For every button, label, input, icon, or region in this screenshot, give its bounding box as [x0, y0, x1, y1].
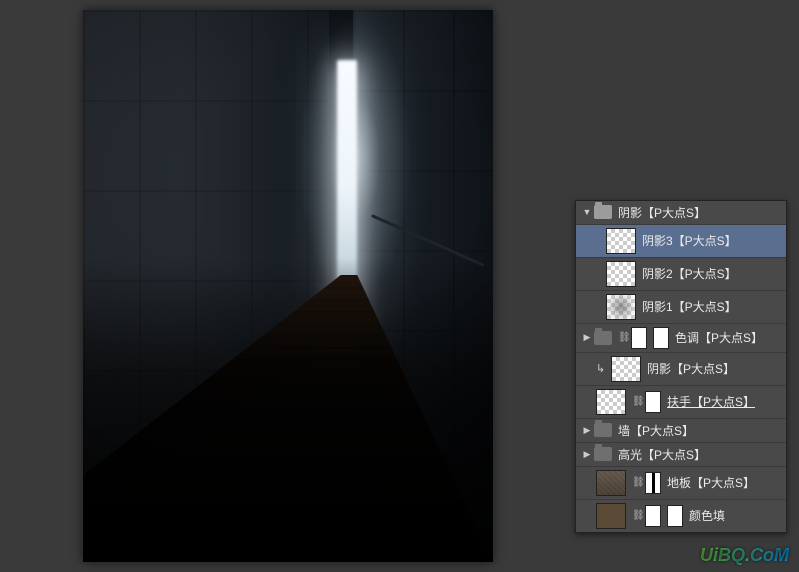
clip-icon: ↳ — [596, 362, 608, 375]
folder-icon — [594, 447, 612, 461]
layer-label: 阴影【P大点S】 — [647, 360, 735, 377]
watermark: UiBQ.CoM — [700, 545, 789, 566]
canvas-area — [0, 0, 575, 572]
link-icon: ⛓ — [618, 332, 628, 343]
adjustment-thumbnail — [645, 505, 661, 527]
link-icon: ⛓ — [632, 510, 642, 521]
layer-thumbnail — [596, 470, 626, 496]
layer-thumbnail — [606, 261, 636, 287]
disclosure-right-icon[interactable]: ▶ — [582, 425, 592, 436]
mask-thumbnail — [645, 391, 661, 413]
layer-label: 阴影2【P大点S】 — [642, 265, 737, 282]
disclosure-right-icon[interactable]: ▶ — [582, 449, 592, 460]
layer-clipped-shadow[interactable]: ↳ 阴影【P大点S】 — [576, 353, 786, 386]
document-canvas[interactable] — [83, 10, 493, 562]
fill-thumbnail — [596, 503, 626, 529]
folder-icon — [594, 205, 612, 219]
mask-thumbnail — [667, 505, 683, 527]
layer-color-fill[interactable]: ⛓ 颜色填 — [576, 500, 786, 532]
layer-thumbnail — [611, 356, 641, 382]
layer-label: 颜色填 — [689, 507, 725, 524]
layer-label: 阴影【P大点S】 — [618, 204, 706, 221]
layer-shadow3[interactable]: 阴影3【P大点S】 — [576, 225, 786, 258]
mask-thumbnail — [653, 327, 669, 349]
layer-label: 地板【P大点S】 — [667, 474, 755, 491]
disclosure-down-icon[interactable]: ▼ — [582, 207, 592, 217]
layer-label: 墙【P大点S】 — [618, 422, 694, 439]
layer-label: 高光【P大点S】 — [618, 446, 706, 463]
layer-group-wall[interactable]: ▶ 墙【P大点S】 — [576, 419, 786, 443]
layer-thumbnail — [606, 294, 636, 320]
folder-icon — [594, 331, 612, 345]
mask-thumbnail — [645, 472, 661, 494]
layer-label: 色调【P大点S】 — [675, 329, 763, 346]
layer-shadow2[interactable]: 阴影2【P大点S】 — [576, 258, 786, 291]
layer-thumbnail — [606, 228, 636, 254]
layers-panel[interactable]: ▼ 阴影【P大点S】 阴影3【P大点S】 阴影2【P大点S】 阴影1【P大点S】 — [575, 200, 787, 533]
layer-label: 阴影3【P大点S】 — [642, 232, 737, 249]
layer-group-highlight[interactable]: ▶ 高光【P大点S】 — [576, 443, 786, 467]
folder-icon — [594, 423, 612, 437]
link-icon: ⛓ — [632, 396, 642, 407]
layer-handrail[interactable]: ⛓ 扶手【P大点S】 — [576, 386, 786, 419]
layer-group-shadow[interactable]: ▼ 阴影【P大点S】 — [576, 201, 786, 225]
layer-shadow1[interactable]: 阴影1【P大点S】 — [576, 291, 786, 324]
layer-thumbnail — [596, 389, 626, 415]
layer-floor[interactable]: ⛓ 地板【P大点S】 — [576, 467, 786, 500]
adjustment-thumbnail — [631, 327, 647, 349]
layer-group-tone[interactable]: ▶ ⛓ 色调【P大点S】 — [576, 324, 786, 353]
link-icon: ⛓ — [632, 477, 642, 488]
layer-label: 扶手【P大点S】 — [667, 393, 755, 410]
disclosure-right-icon[interactable]: ▶ — [582, 332, 592, 343]
layer-label: 阴影1【P大点S】 — [642, 298, 737, 315]
